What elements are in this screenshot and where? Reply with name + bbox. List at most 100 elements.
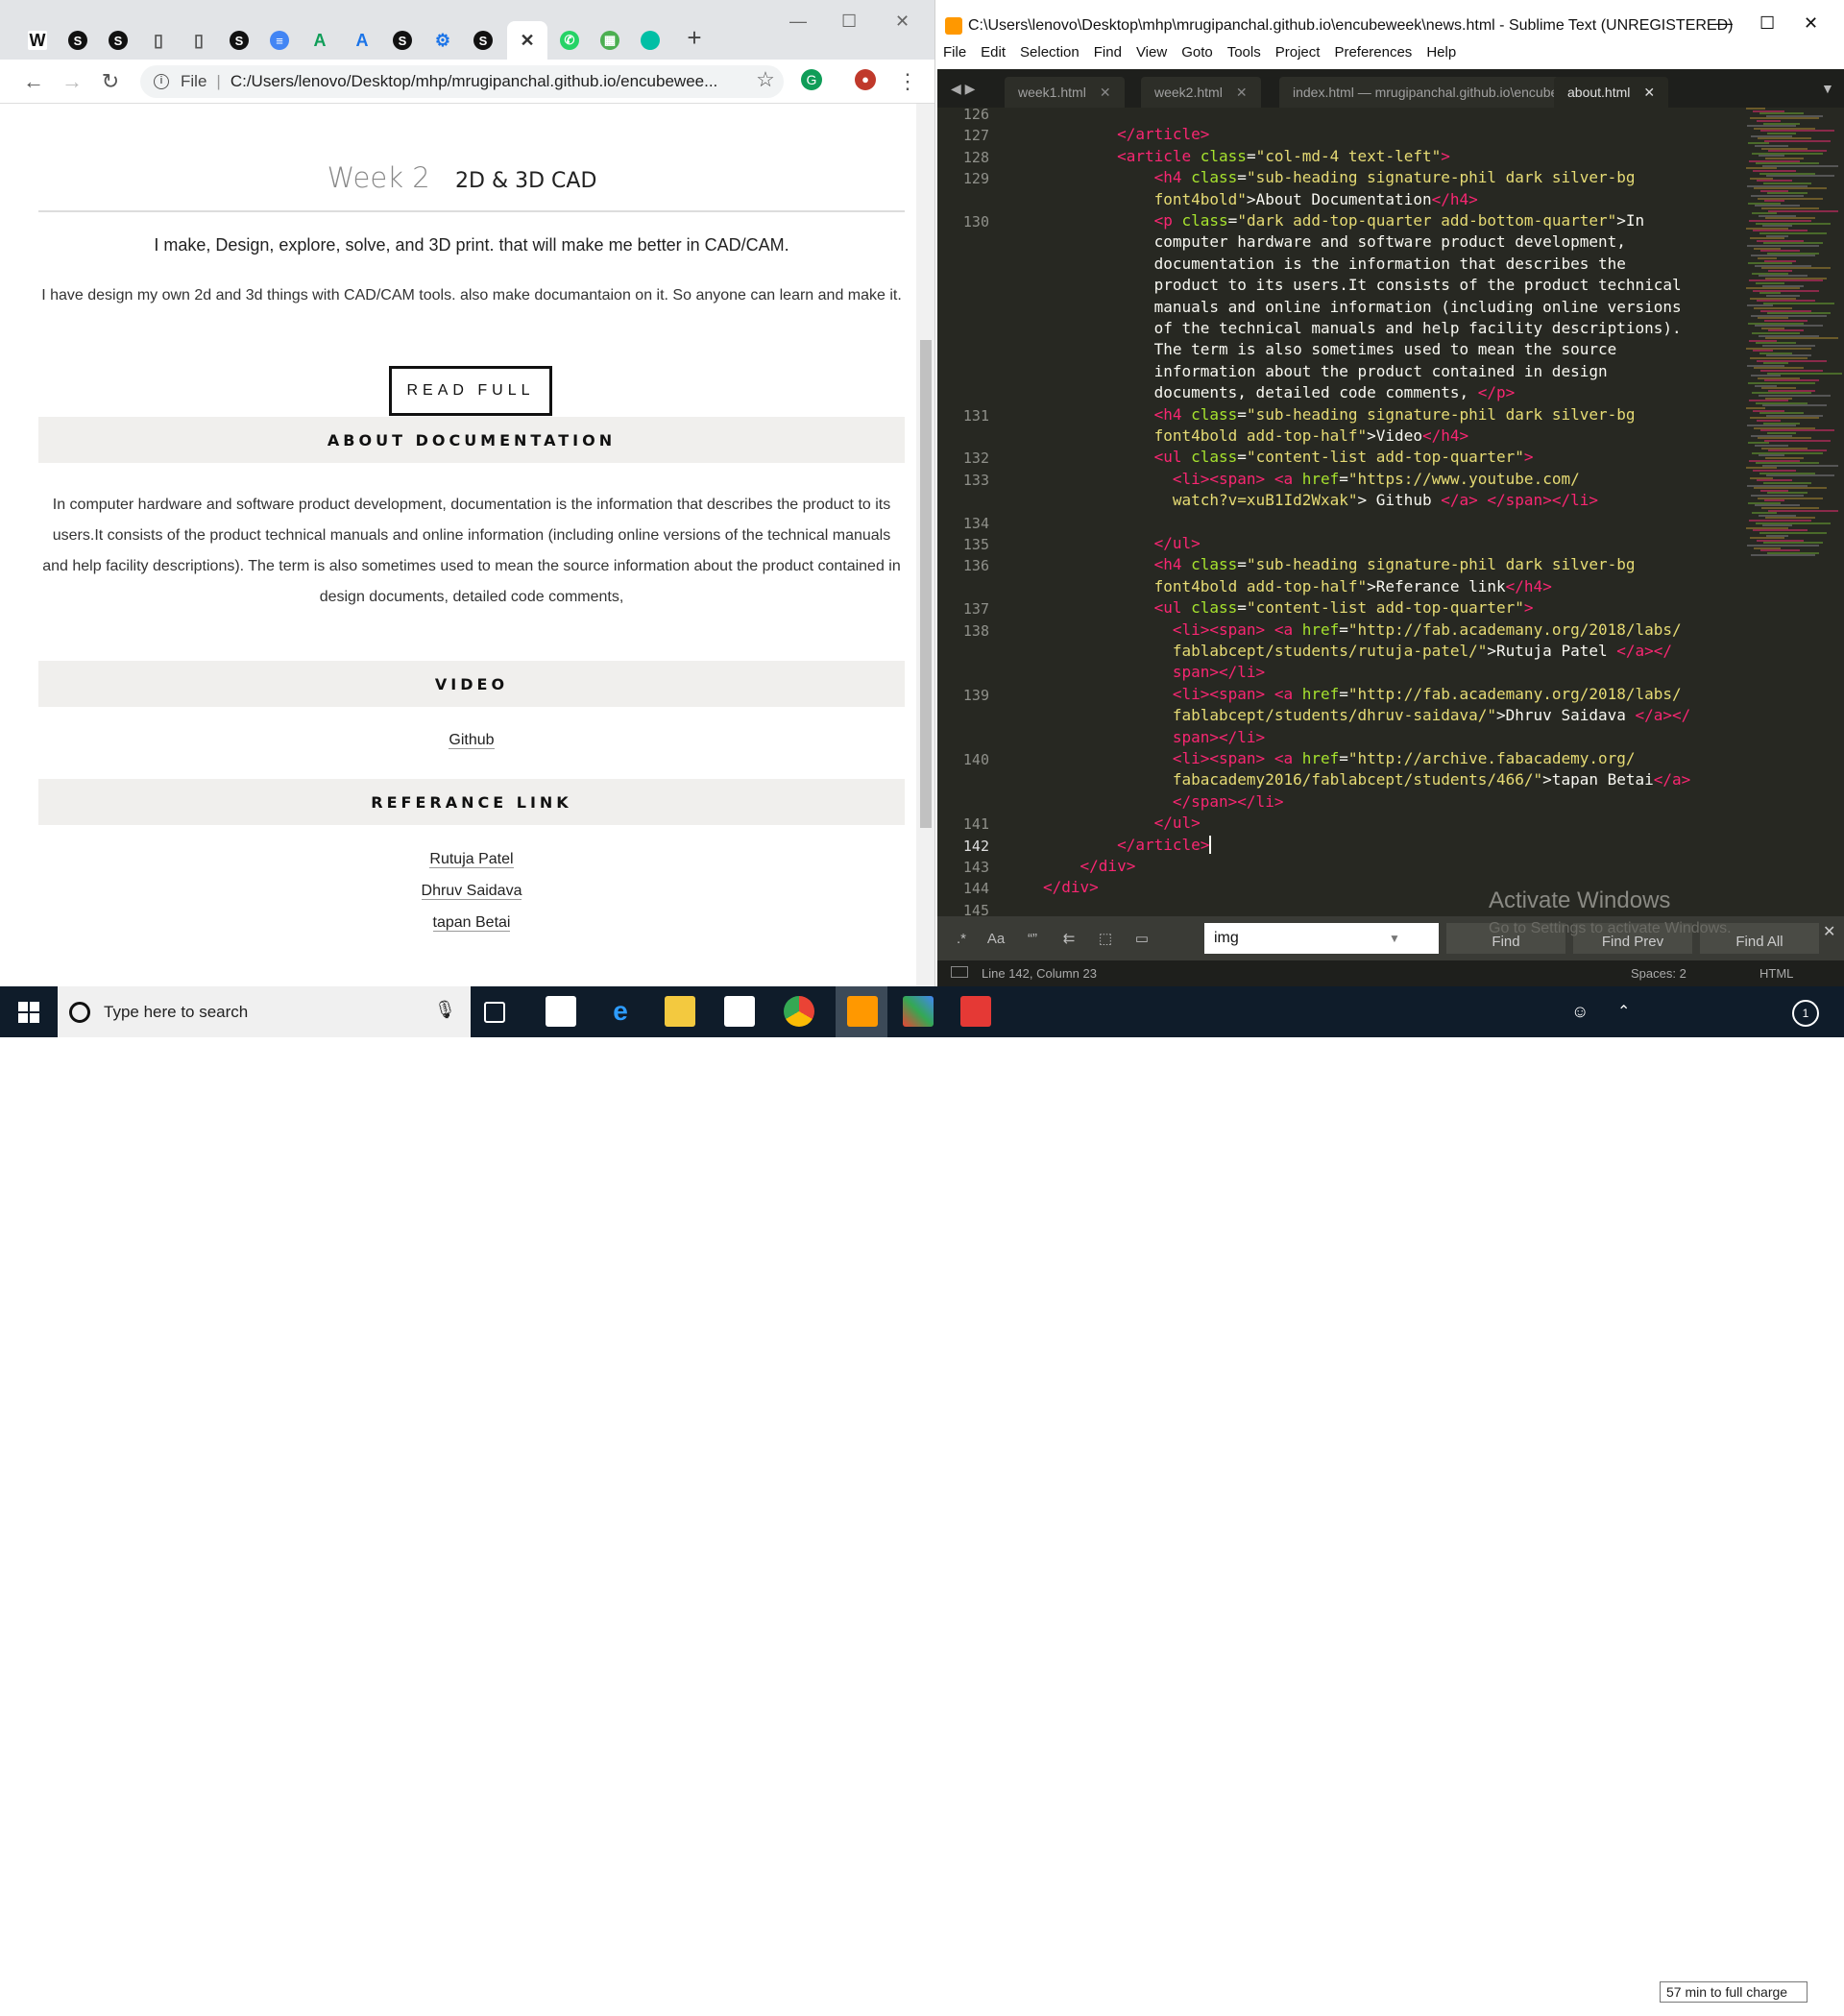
profile-avatar[interactable]: ● — [855, 69, 876, 90]
back-icon[interactable]: ← — [21, 69, 46, 94]
address-bar[interactable]: i File | C:/Users/lenovo/Desktop/mhp/mru… — [140, 65, 784, 98]
browser-tab[interactable]: S — [58, 21, 98, 60]
menu-item-find[interactable]: Find — [1094, 44, 1122, 69]
close-find-icon[interactable]: ✕ — [1823, 922, 1835, 941]
sublime-logo-icon — [945, 17, 962, 35]
tab-week1[interactable]: week1.html ✕ — [1005, 77, 1125, 108]
browser-tab[interactable]: S — [463, 21, 503, 60]
line-number: 129 — [962, 170, 989, 188]
wrap-toggle[interactable]: ⇇ — [1055, 926, 1083, 953]
forward-icon[interactable]: → — [60, 69, 85, 94]
tab-week2[interactable]: week2.html ✕ — [1141, 77, 1261, 108]
about-documentation-text: In computer hardware and software produc… — [42, 497, 901, 605]
code-editor[interactable]: </article> <article class="col-md-4 text… — [1005, 108, 1715, 916]
browser-tab[interactable]: ▦ — [590, 21, 630, 60]
code-line: span></li> — [1172, 663, 1266, 682]
menu-item-goto[interactable]: Goto — [1181, 44, 1213, 69]
people-icon[interactable]: ☺ — [1571, 1002, 1589, 1022]
line-number: 134 — [962, 514, 989, 532]
page-scrollbar[interactable] — [916, 104, 934, 986]
menu-item-preferences[interactable]: Preferences — [1334, 44, 1412, 69]
taskbar-search[interactable]: Type here to search 🎙 — [58, 986, 471, 1037]
minimap[interactable] — [1742, 108, 1842, 916]
video-link[interactable]: Github — [38, 732, 905, 749]
tray-chevron-icon[interactable]: ⌃ — [1617, 1002, 1630, 1021]
case-toggle[interactable]: Aa — [982, 926, 1010, 953]
menu-item-view[interactable]: View — [1136, 44, 1167, 69]
maximize-icon[interactable]: ☐ — [1759, 13, 1775, 34]
menu-item-selection[interactable]: Selection — [1020, 44, 1080, 69]
s-circle-icon: S — [109, 31, 128, 50]
indentation-status[interactable]: Spaces: 2 — [1631, 966, 1686, 981]
browser-tab[interactable]: S — [382, 21, 423, 60]
notifications-icon[interactable]: 1 — [1792, 1000, 1819, 1027]
menu-item-tools[interactable]: Tools — [1227, 44, 1261, 69]
line-number: 138 — [962, 621, 989, 640]
browser-tab[interactable]: ≡ — [259, 21, 300, 60]
app-icon[interactable] — [903, 996, 934, 1027]
task-view-icon[interactable] — [484, 1002, 505, 1023]
chrome-icon[interactable] — [784, 996, 814, 1027]
browser-tab[interactable]: S — [98, 21, 138, 60]
find-input[interactable]: img — [1204, 923, 1439, 954]
file-explorer-icon[interactable] — [665, 996, 695, 1027]
info-icon[interactable]: i — [154, 74, 169, 89]
tab-nav-arrows-icon[interactable]: ◀ ▶ — [951, 81, 975, 97]
tab-dropdown-icon[interactable]: ▼ — [1821, 81, 1834, 96]
minimize-icon[interactable]: — — [1715, 13, 1733, 34]
store-icon[interactable] — [546, 996, 576, 1027]
app-icon-red[interactable] — [960, 996, 991, 1027]
new-tab-button[interactable]: + — [680, 23, 709, 52]
in-selection-toggle[interactable]: ⬚ — [1091, 926, 1120, 953]
search-placeholder: Type here to search — [104, 1002, 249, 1021]
close-window-icon[interactable]: ✕ — [1804, 13, 1818, 34]
find-history-dropdown-icon[interactable]: ▼ — [1389, 932, 1400, 945]
mail-icon[interactable] — [724, 996, 755, 1027]
minimap-line — [1762, 404, 1827, 407]
code-line: product to its users.It consists of the … — [1043, 276, 1682, 295]
menu-item-edit[interactable]: Edit — [981, 44, 1006, 69]
menu-item-help[interactable]: Help — [1426, 44, 1456, 69]
tab-about[interactable]: about.html ✕ — [1554, 77, 1669, 108]
browser-tab[interactable]: ▯ — [179, 21, 219, 60]
grammarly-icon[interactable]: G — [801, 69, 822, 90]
menu-kebab-icon[interactable]: ⋮ — [895, 69, 920, 94]
browser-tab[interactable]: A — [342, 21, 382, 60]
edge-icon[interactable]: e — [605, 996, 636, 1027]
browser-tab[interactable]: ✆ — [549, 21, 590, 60]
web-page: Week 2 2D & 3D CAD I make, Design, explo… — [8, 104, 916, 986]
wikipedia-icon: W — [28, 30, 47, 50]
browser-tab[interactable]: ■ — [630, 21, 670, 60]
minimize-icon[interactable]: — — [789, 12, 807, 32]
whole-word-toggle[interactable]: “” — [1018, 926, 1047, 953]
code-line: </span></li> — [1172, 791, 1284, 811]
clock-date[interactable]: 02-Mar-19 — [1706, 2001, 1768, 2016]
s-circle-icon: S — [393, 31, 412, 50]
cortana-icon — [69, 1001, 90, 1023]
browser-tab[interactable]: A — [300, 21, 340, 60]
code-line: <li><span> <a href="http://archive.fabac… — [1172, 749, 1636, 767]
menu-item-file[interactable]: File — [943, 44, 966, 69]
ref-link[interactable]: Rutuja Patel — [38, 851, 905, 868]
s-circle-icon: S — [473, 31, 493, 50]
browser-tab[interactable]: ▯ — [138, 21, 179, 60]
reload-icon[interactable]: ↻ — [98, 69, 123, 94]
browser-tab[interactable]: W — [17, 21, 58, 60]
read-full-button[interactable]: READ FULL — [389, 366, 552, 416]
browser-tab[interactable]: S — [219, 21, 259, 60]
browser-tab[interactable]: ✕ — [507, 21, 547, 60]
close-window-icon[interactable]: ✕ — [895, 12, 910, 32]
ref-link[interactable]: tapan Betai — [38, 914, 905, 932]
microphone-icon[interactable]: 🎙 — [434, 1000, 456, 1020]
bookmark-star-icon[interactable]: ☆ — [753, 67, 778, 92]
maximize-icon[interactable]: ☐ — [841, 12, 857, 32]
ref-link[interactable]: Dhruv Saidava — [38, 883, 905, 900]
panel-toggle-icon[interactable] — [951, 966, 968, 978]
highlight-toggle[interactable]: ▭ — [1128, 926, 1156, 953]
sublime-icon — [847, 996, 878, 1027]
regex-toggle[interactable]: .* — [947, 926, 976, 953]
menu-item-project[interactable]: Project — [1275, 44, 1321, 69]
windows-start-icon[interactable] — [0, 986, 58, 1037]
browser-tab[interactable]: ⚙ — [423, 21, 463, 60]
syntax-status[interactable]: HTML — [1759, 966, 1793, 981]
